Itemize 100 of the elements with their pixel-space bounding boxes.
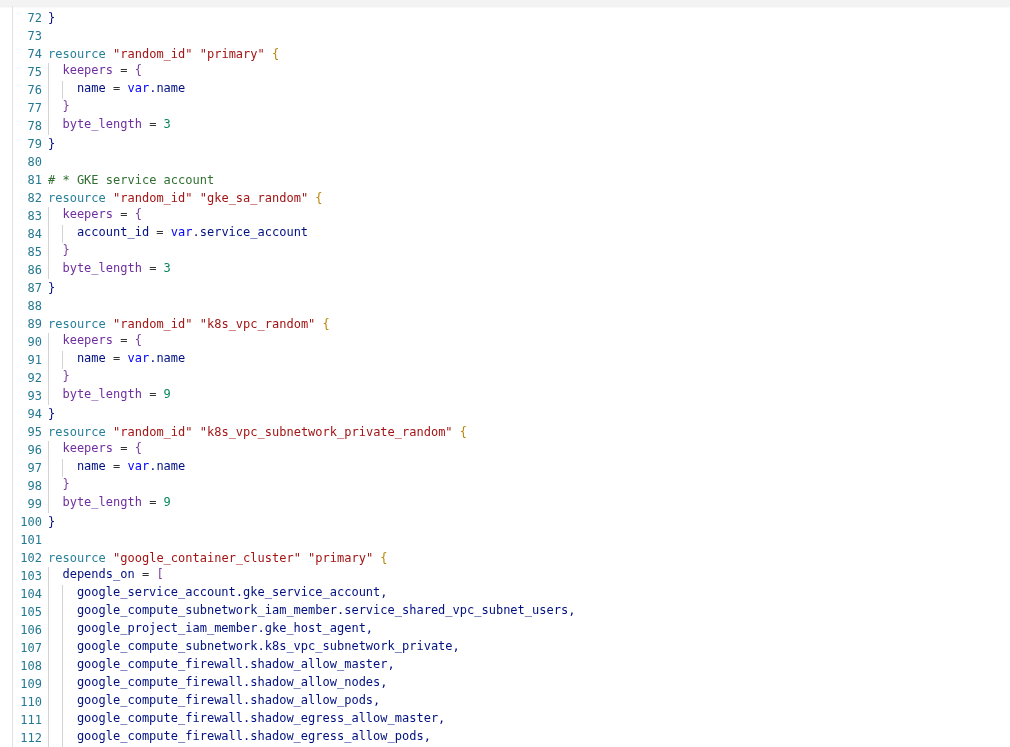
bracket-text: { [134,333,142,349]
variable-text: var [127,351,150,367]
string-text: "google_container_cluster" [113,551,302,565]
keyword-text: resource [48,317,107,331]
brace-text: } [48,281,56,295]
string-text: "k8s_vpc_subnetwork_private_random" [199,425,454,439]
operator-text: = [119,333,129,349]
operator-text: = [119,63,129,79]
line-number: 102 [19,551,43,565]
line-number: 101 [19,533,43,547]
operator-text: = [119,207,129,223]
line-number: 91 [26,353,43,367]
number-text: 9 [163,387,171,403]
identifier-text: google_project_iam_member.gke_host_agent, [76,621,374,637]
line-number: 96 [26,443,43,457]
string-text: "primary" [308,551,375,565]
brace-text: } [48,515,56,529]
operator-text: = [148,495,158,511]
bracket-text: { [134,63,142,79]
operator-text: = [148,261,158,277]
bracket-text: { [134,441,142,457]
keyword-text: resource [48,191,107,205]
line-number: 92 [26,371,43,385]
line-number: 107 [19,641,43,655]
property-text: keepers [62,63,113,79]
operator-text: = [148,387,158,403]
line-number: 72 [26,11,43,25]
line-number: 79 [26,137,43,151]
string-text: "primary" [199,47,266,61]
line-number: 106 [19,623,43,637]
line-number: 89 [26,317,43,331]
identifier-text: google_compute_subnetwork_iam_member.service_shared_vpc_subnet_users, [76,603,576,619]
identifier-text: .name [149,351,186,367]
string-text: "k8s_vpc_random" [199,317,317,331]
property-text: keepers [62,333,113,349]
operator-text: = [140,567,151,583]
string-text: "random_id" [113,317,194,331]
bracket-text: } [62,477,70,493]
line-number: 99 [26,497,43,511]
identifier-text: name [76,351,106,367]
string-text: "random_id" [113,425,194,439]
operator-text: = [112,351,122,367]
identifier-text: account_id [76,225,150,241]
keyword-text: resource [48,551,107,565]
identifier-text: google_compute_firewall.shadow_egress_allow_pods, [76,729,431,745]
line-number: 84 [26,227,43,241]
line-number: 111 [19,713,43,727]
line-number: 77 [26,101,43,115]
line-number: 76 [26,83,43,97]
line-number: 97 [26,461,43,475]
line-number: 74 [26,47,43,61]
line-number: 82 [26,191,43,205]
line-number: 110 [19,695,43,709]
variable-text: var [127,81,150,97]
operator-text: = [112,459,122,475]
variable-text: var [170,225,193,241]
bracket-text: { [322,317,330,331]
line-number: 73 [26,29,43,43]
number-text: 3 [163,261,171,277]
number-text: 9 [163,495,171,511]
bracket-text: } [62,99,70,115]
identifier-text: google_compute_firewall.shadow_allow_nodes, [76,675,388,691]
bracket-text: { [272,47,280,61]
line-number: 80 [26,155,43,169]
operator-text: = [155,225,165,241]
string-text: "random_id" [113,47,194,61]
identifier-text: google_compute_subnetwork.k8s_vpc_subnetwork_private, [76,639,460,655]
line-number: 78 [26,119,43,133]
property-text: byte_length [62,261,142,277]
keyword-text: resource [48,425,107,439]
line-number: 98 [26,479,43,493]
line-number: 86 [26,263,43,277]
bracket-text: { [459,425,468,439]
identifier-text: name [76,459,106,475]
variable-text: var [127,459,150,475]
comment-text: # * GKE service account [48,173,215,187]
brace-text: } [48,407,56,421]
string-text: "gke_sa_random" [199,191,310,205]
line-number: 105 [19,605,43,619]
property-text: byte_length [62,387,142,403]
line-number: 100 [19,515,43,529]
line-number: 75 [26,65,43,79]
line-number: 81 [26,173,43,187]
identifier-text: google_compute_firewall.shadow_allow_pods, [76,693,381,709]
property-text: keepers [62,207,113,223]
property-text: byte_length [62,495,142,511]
line-number: 90 [26,335,43,349]
identifier-text: google_compute_firewall.shadow_allow_master, [76,657,395,673]
property-text: keepers [62,441,113,457]
identifier-text: .name [149,459,186,475]
line-number: 87 [26,281,43,295]
identifier-text: google_compute_firewall.shadow_egress_allow_master, [76,711,446,727]
operator-text: = [112,81,122,97]
bracket-text: { [134,207,142,223]
identifier-text: .name [149,81,186,97]
line-number: 108 [19,659,43,673]
line-number: 95 [26,425,43,439]
line-number: 93 [26,389,43,403]
identifier-text: name [76,81,106,97]
keyword-text: resource [48,47,107,61]
